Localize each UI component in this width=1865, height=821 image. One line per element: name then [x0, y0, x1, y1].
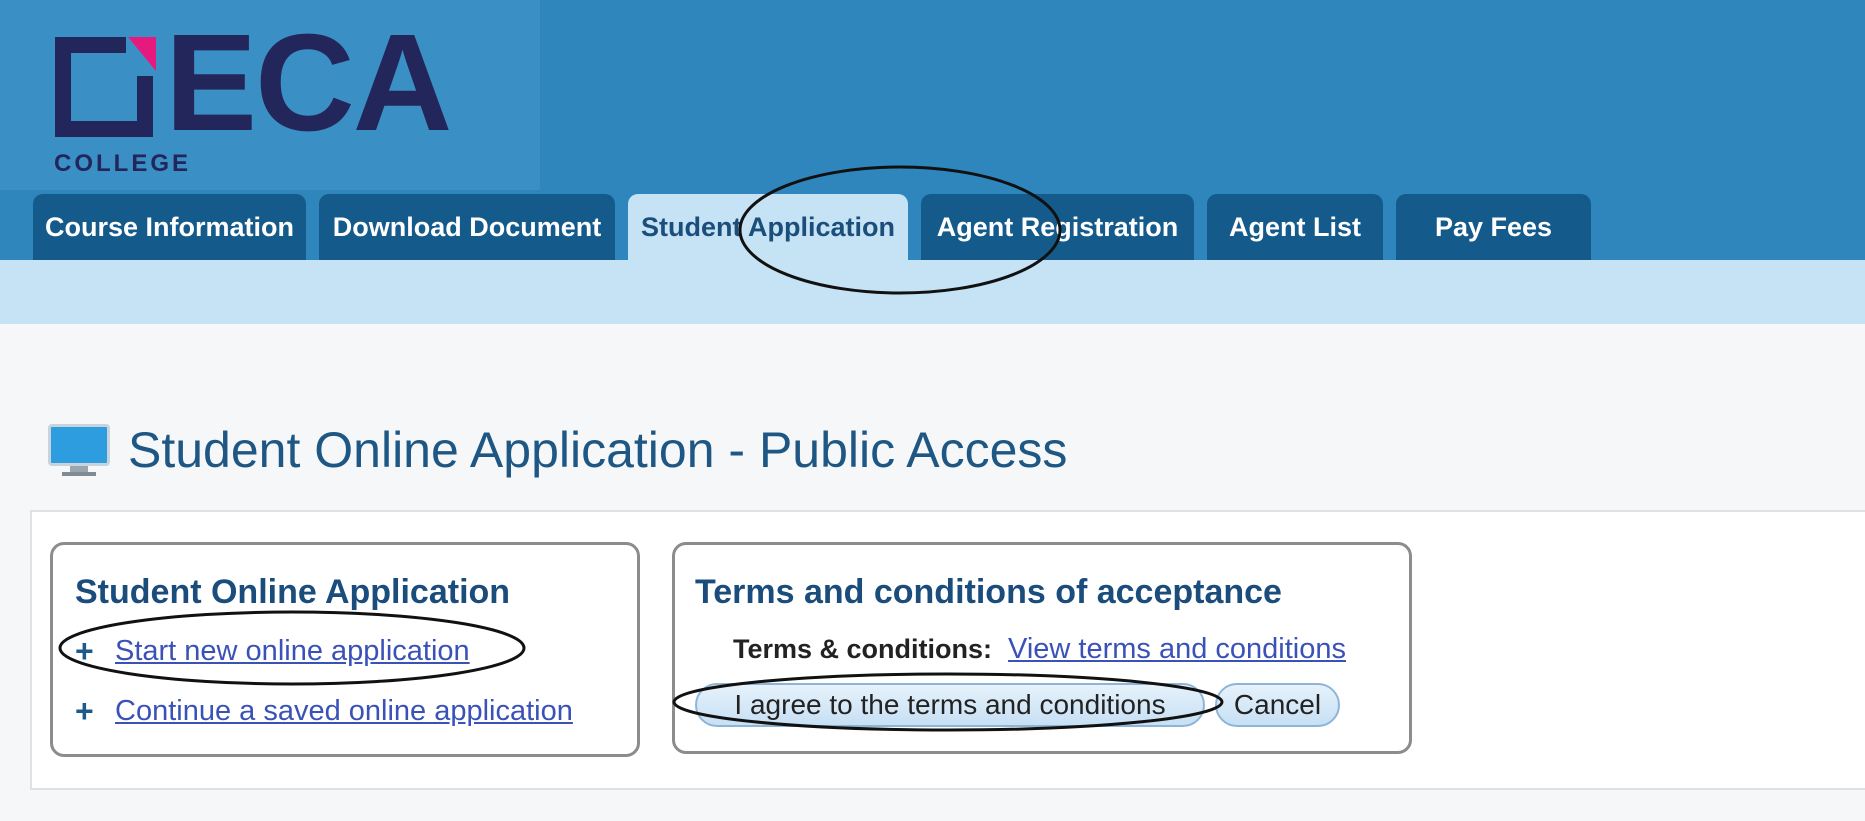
cancel-button[interactable]: Cancel	[1215, 683, 1340, 727]
main-content: Student Online Application + Start new o…	[30, 510, 1865, 790]
agree-terms-button[interactable]: I agree to the terms and conditions	[695, 683, 1205, 727]
logo-subtitle: COLLEGE	[54, 150, 192, 177]
plus-icon: +	[75, 633, 94, 669]
terms-label: Terms & conditions:	[733, 634, 993, 664]
view-terms-link[interactable]: View terms and conditions	[1008, 633, 1346, 666]
tab-pay-fees[interactable]: Pay Fees	[1396, 194, 1591, 260]
continue-saved-application-link[interactable]: Continue a saved online application	[115, 695, 573, 728]
start-application-row: + Start new online application	[75, 633, 470, 670]
application-panel-title: Student Online Application	[75, 573, 511, 611]
logo-text: ECA	[165, 6, 452, 160]
terms-panel-title: Terms and conditions of acceptance	[695, 573, 1282, 611]
tab-download-document[interactable]: Download Document	[319, 194, 615, 260]
tab-agent-registration[interactable]: Agent Registration	[921, 194, 1194, 260]
application-panel: Student Online Application + Start new o…	[50, 542, 640, 757]
plus-icon: +	[75, 693, 94, 729]
tab-course-information[interactable]: Course Information	[33, 194, 306, 260]
site-header: ECA COLLEGE Course Information Download …	[0, 0, 1865, 260]
page-header: Student Online Application - Public Acce…	[48, 420, 1067, 480]
terms-row: Terms & conditions: View terms and condi…	[733, 633, 1346, 666]
start-new-application-link[interactable]: Start new online application	[115, 635, 470, 668]
logo[interactable]: ECA COLLEGE	[0, 0, 540, 190]
terms-panel: Terms and conditions of acceptance Terms…	[672, 542, 1412, 754]
monitor-icon	[48, 422, 110, 478]
continue-application-row: + Continue a saved online application	[75, 693, 573, 730]
sub-nav-bar	[0, 260, 1865, 324]
tab-student-application[interactable]: Student Application	[628, 194, 908, 260]
tab-agent-list[interactable]: Agent List	[1207, 194, 1383, 260]
logo-accent	[128, 37, 156, 71]
page-title: Student Online Application - Public Acce…	[128, 422, 1068, 478]
